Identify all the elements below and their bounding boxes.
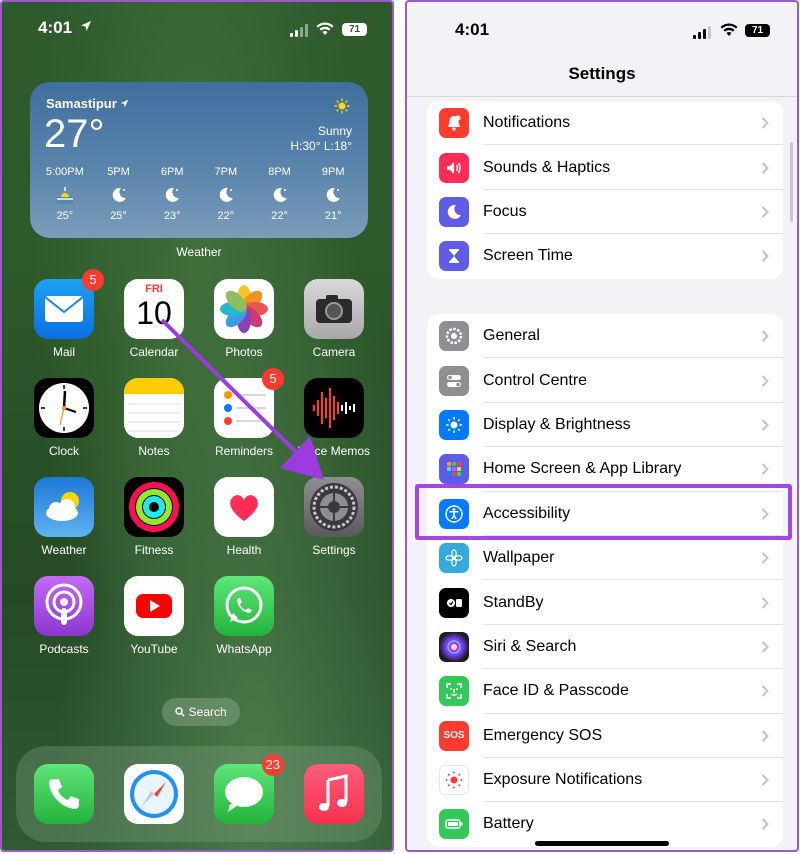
cellular-signal-icon (693, 26, 711, 39)
chevron-right-icon (761, 117, 769, 129)
settings-row-focus[interactable]: Focus (427, 190, 783, 235)
row-label: Control Centre (483, 371, 588, 389)
chevron-right-icon (761, 552, 769, 564)
settings-row-screen-time[interactable]: Screen Time (427, 234, 783, 278)
messages-badge: 23 (261, 754, 284, 776)
settings-row-general[interactable]: General (427, 314, 783, 359)
settings-group-general: General Control Centre Display & Brightn… (427, 314, 783, 847)
row-label: Siri & Search (483, 637, 577, 655)
dock-messages[interactable]: 23 (204, 754, 284, 824)
home-indicator[interactable] (535, 841, 669, 846)
chevron-right-icon (761, 250, 769, 263)
row-label: Battery (483, 815, 534, 833)
safari-icon (124, 764, 184, 824)
siri-icon (439, 631, 469, 662)
bell-icon (439, 108, 469, 139)
chevron-right-icon (761, 774, 769, 786)
chevron-right-icon (761, 641, 769, 653)
spotlight-search-button[interactable]: Search (162, 698, 240, 726)
app-grid-icon (439, 454, 469, 485)
battery-indicator: 71 (745, 24, 770, 37)
chevron-right-icon (761, 685, 769, 698)
row-label: Face ID & Passcode (483, 682, 629, 700)
chevron-right-icon (761, 206, 769, 218)
dock-phone[interactable] (24, 764, 104, 824)
hourglass-icon (439, 241, 469, 272)
chevron-right-icon (761, 330, 769, 342)
row-label: Screen Time (483, 247, 573, 265)
settings-row-standby[interactable]: StandBy (427, 580, 783, 625)
chevron-right-icon (761, 374, 769, 387)
wifi-icon (720, 23, 738, 36)
exposure-icon (439, 765, 469, 796)
row-label: General (483, 327, 540, 345)
status-time: 4:01 (455, 20, 490, 39)
chevron-right-icon (761, 818, 769, 831)
settings-row-sounds-haptics[interactable]: Sounds & Haptics (427, 145, 783, 190)
row-label: Focus (483, 202, 527, 220)
settings-screen: 4:01 71 Settings Notifications Sounds & … (405, 0, 799, 852)
chevron-right-icon (761, 729, 769, 742)
scroll-indicator[interactable] (790, 142, 793, 222)
speaker-icon (439, 152, 469, 183)
row-label: StandBy (483, 593, 544, 611)
chevron-right-icon (761, 596, 769, 609)
row-label: Display & Brightness (483, 415, 631, 433)
row-label: Exposure Notifications (483, 771, 643, 789)
search-icon (175, 707, 185, 717)
accessibility-highlight-box (415, 484, 792, 540)
settings-row-wallpaper[interactable]: Wallpaper (427, 536, 783, 581)
nav-divider (407, 96, 797, 97)
settings-row-exposure-notifications[interactable]: Exposure Notifications (427, 758, 783, 803)
dock-music[interactable] (294, 764, 374, 824)
settings-row-siri-search[interactable]: Siri & Search (427, 625, 783, 670)
row-label: Wallpaper (483, 549, 555, 567)
home-screen: 4:01 71 Samastipur 27° Sunny H:30° L:18°… (0, 0, 394, 852)
toggles-icon (439, 365, 469, 396)
sos-icon: SOS (439, 720, 469, 751)
music-icon (304, 764, 364, 824)
search-label: Search (188, 705, 227, 719)
face-id-icon (439, 676, 469, 707)
dock: 23 (16, 746, 382, 842)
settings-row-notifications[interactable]: Notifications (427, 101, 783, 146)
row-label: Sounds & Haptics (483, 158, 611, 176)
row-label: Home Screen & App Library (483, 460, 682, 478)
row-label: Notifications (483, 114, 571, 132)
settings-row-face-id[interactable]: Face ID & Passcode (427, 669, 783, 714)
chevron-right-icon (761, 161, 769, 174)
flower-icon (439, 543, 469, 574)
page-title: Settings (568, 64, 636, 83)
row-label: Emergency SOS (483, 726, 603, 744)
standby-icon (439, 587, 469, 618)
dock-safari[interactable] (114, 764, 194, 824)
phone-icon (34, 764, 94, 824)
settings-group-alerts: Notifications Sounds & Haptics Focus Scr… (427, 101, 783, 279)
moon-icon (439, 196, 469, 227)
sun-icon (439, 409, 469, 440)
gear-icon (439, 321, 469, 352)
settings-row-emergency-sos[interactable]: SOS Emergency SOS (427, 714, 783, 758)
battery-icon (439, 809, 469, 840)
chevron-right-icon (761, 463, 769, 476)
chevron-right-icon (761, 419, 769, 431)
status-bar: 4:01 71 (407, 2, 797, 54)
messages-icon: 23 (214, 754, 284, 824)
settings-row-display-brightness[interactable]: Display & Brightness (427, 403, 783, 448)
settings-row-control-centre[interactable]: Control Centre (427, 358, 783, 403)
